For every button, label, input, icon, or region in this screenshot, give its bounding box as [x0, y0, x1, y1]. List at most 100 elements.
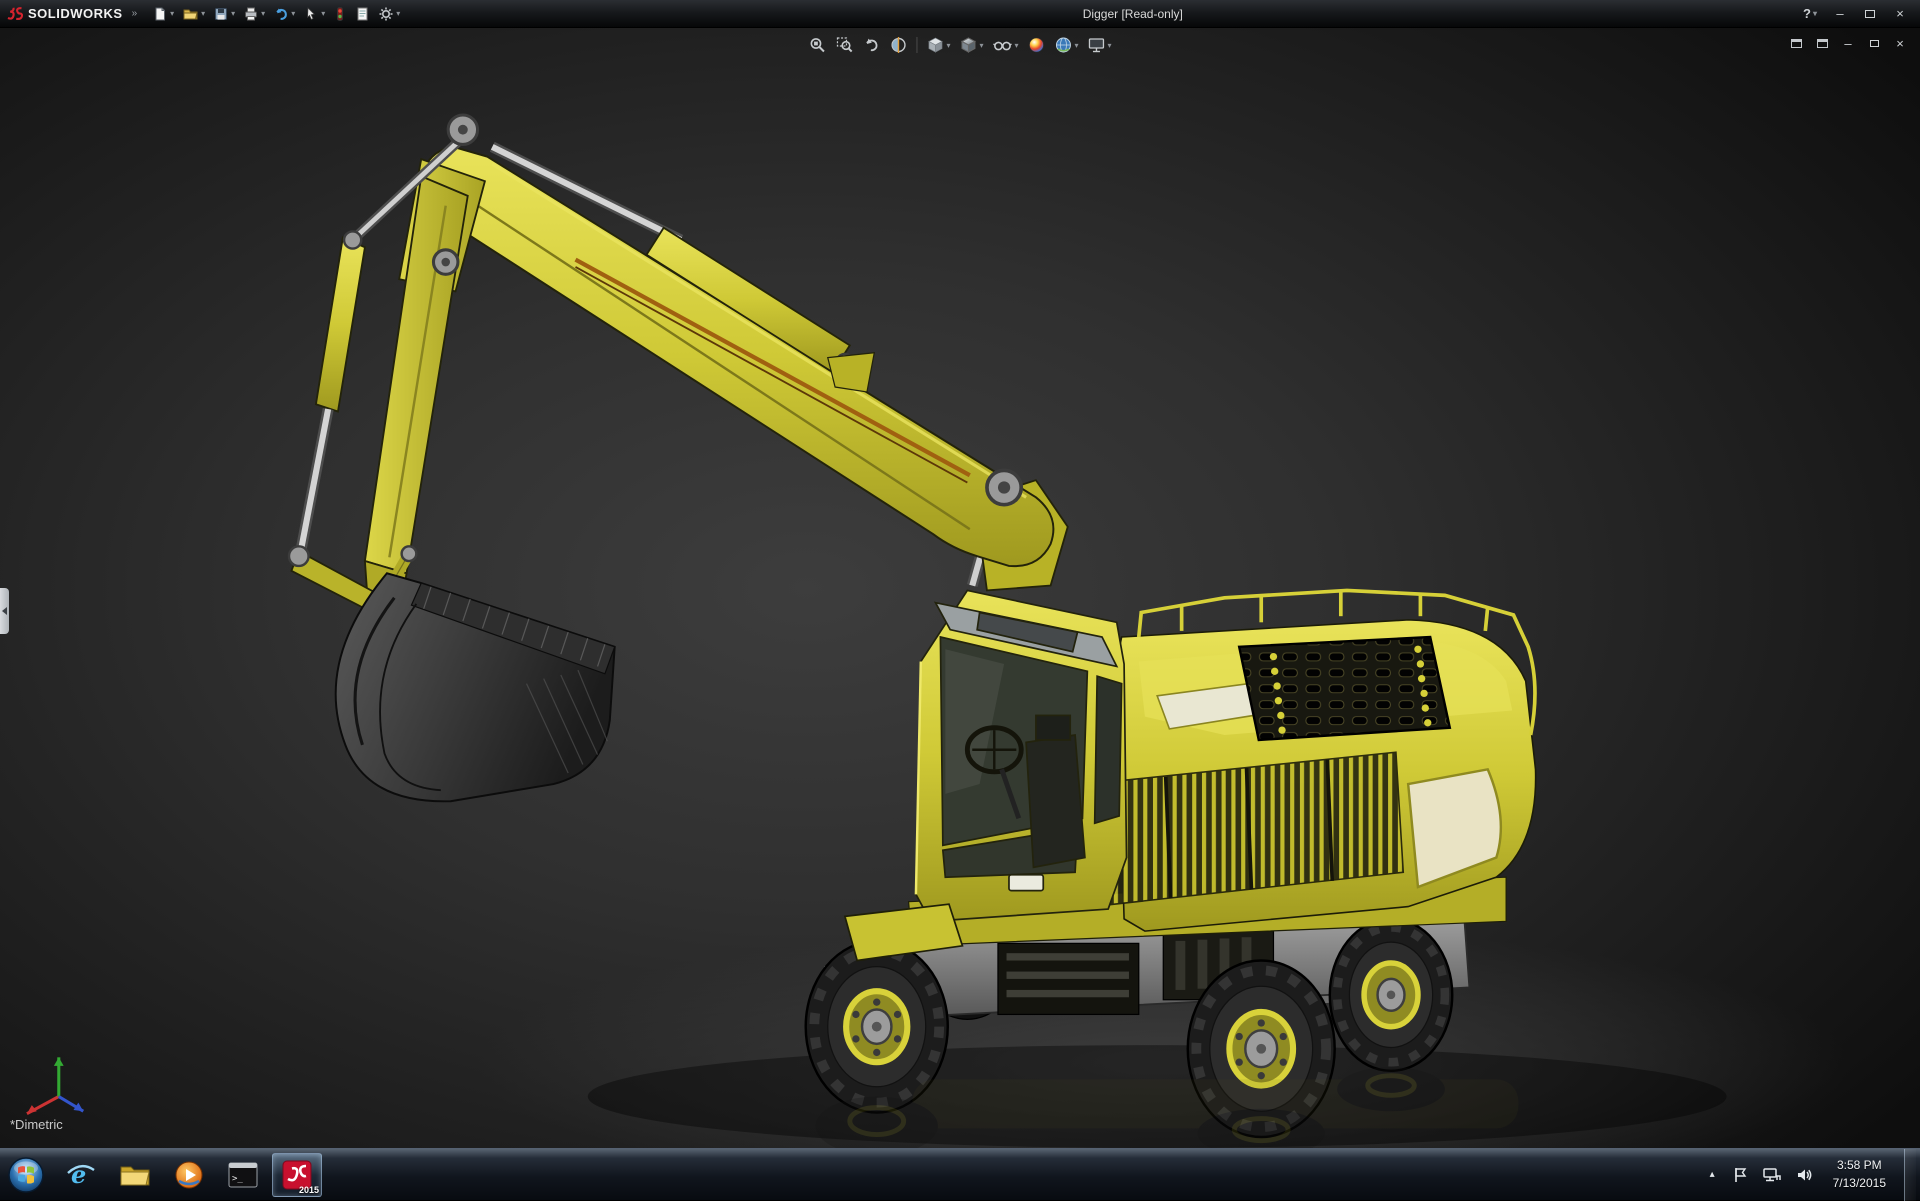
- open-folder-icon: [182, 6, 199, 22]
- printer-icon: [243, 6, 259, 22]
- excavator-3d-model[interactable]: [0, 28, 1920, 1148]
- rebuild-button[interactable]: [330, 3, 350, 25]
- network-icon[interactable]: [1761, 1163, 1783, 1187]
- cascade-window-icon: [1817, 39, 1828, 48]
- bucket: [336, 573, 615, 801]
- tile-window-button[interactable]: [1786, 34, 1806, 52]
- solidworks-logo-icon: [6, 6, 23, 22]
- svg-text:e: e: [71, 1160, 86, 1189]
- app-brand: SOLIDWORKS »: [0, 6, 149, 22]
- quick-access-toolbar: ▾ ▾ ▾ ▾ ▾: [149, 3, 403, 25]
- print-dropdown-arrow[interactable]: ▾: [261, 9, 265, 18]
- tile-window-icon: [1791, 39, 1802, 48]
- help-button[interactable]: ? ▾: [1796, 3, 1824, 25]
- print-button[interactable]: ▾: [240, 3, 268, 25]
- solidworks-version-badge: 2015: [299, 1185, 319, 1195]
- view-settings-button[interactable]: ▾: [1085, 33, 1115, 57]
- undo-button[interactable]: ▾: [270, 3, 298, 25]
- zoom-to-fit-icon: [808, 36, 826, 54]
- collapse-arrow-icon: [2, 607, 7, 615]
- open-dropdown-arrow[interactable]: ▾: [201, 9, 205, 18]
- previous-view-button[interactable]: [859, 33, 883, 57]
- restore-icon: [1865, 10, 1875, 18]
- volume-icon[interactable]: [1793, 1163, 1815, 1187]
- previous-view-icon: [862, 36, 880, 54]
- restore-document-button[interactable]: [1864, 34, 1884, 52]
- restore-button[interactable]: [1856, 3, 1884, 25]
- taskbar-clock[interactable]: 3:58 PM 7/13/2015: [1825, 1157, 1894, 1192]
- hide-show-dropdown-arrow[interactable]: ▾: [1014, 41, 1018, 50]
- taskbar-buttons: e: [56, 1153, 322, 1197]
- new-dropdown-arrow[interactable]: ▾: [170, 9, 174, 18]
- edit-appearance-button[interactable]: [1025, 33, 1049, 57]
- minimize-button[interactable]: –: [1826, 3, 1854, 25]
- hide-show-items-button[interactable]: ▾: [989, 33, 1021, 57]
- file-properties-button[interactable]: [352, 3, 373, 25]
- view-orientation-label: *Dimetric: [10, 1117, 63, 1132]
- graphics-viewport[interactable]: ▾ ▾ ▾ ▾ ▾: [0, 28, 1920, 1148]
- brand-menu-chevron-icon[interactable]: »: [128, 8, 142, 19]
- feature-panel-collapse-tab[interactable]: [0, 588, 9, 634]
- cascade-window-button[interactable]: [1812, 34, 1832, 52]
- undo-arrow-icon: [273, 6, 289, 22]
- select-cursor-icon: [303, 6, 319, 22]
- options-gear-icon: [378, 6, 394, 22]
- save-button[interactable]: ▾: [210, 3, 238, 25]
- start-button[interactable]: [0, 1149, 52, 1201]
- edit-appearance-ball-icon: [1028, 36, 1046, 54]
- svg-text:>_: >_: [232, 1174, 243, 1184]
- internet-explorer-icon: e: [64, 1158, 98, 1192]
- options-button[interactable]: ▾: [375, 3, 403, 25]
- brand-name: SOLIDWORKS: [28, 6, 123, 21]
- taskbar-solidworks-button[interactable]: 2015: [272, 1153, 322, 1197]
- apply-scene-dropdown-arrow[interactable]: ▾: [1075, 41, 1079, 50]
- view-orientation-cube-icon: [926, 36, 944, 54]
- new-button[interactable]: ▾: [149, 3, 177, 25]
- toolbar-separator: [916, 37, 917, 53]
- help-dropdown-arrow: ▾: [1813, 9, 1817, 18]
- clock-date: 7/13/2015: [1833, 1175, 1886, 1192]
- display-style-icon: [959, 36, 977, 54]
- action-center-icon[interactable]: [1729, 1163, 1751, 1187]
- taskbar-windows-explorer-button[interactable]: [110, 1153, 160, 1197]
- display-style-dropdown-arrow[interactable]: ▾: [979, 41, 983, 50]
- windows-taskbar: e: [0, 1148, 1920, 1200]
- view-settings-dropdown-arrow[interactable]: ▾: [1108, 41, 1112, 50]
- clock-time: 3:58 PM: [1837, 1157, 1882, 1174]
- apply-scene-button[interactable]: ▾: [1052, 33, 1082, 57]
- open-button[interactable]: ▾: [179, 3, 208, 25]
- hidden-icons-chevron[interactable]: ▴: [1706, 1169, 1719, 1180]
- view-settings-icon: [1088, 36, 1106, 54]
- taskbar-command-prompt-button[interactable]: >_: [218, 1153, 268, 1197]
- windows-explorer-folder-icon: [118, 1160, 152, 1190]
- document-window-controls: – ×: [1786, 34, 1910, 52]
- media-player-icon: [173, 1159, 205, 1191]
- section-view-button[interactable]: [886, 33, 910, 57]
- taskbar-media-player-button[interactable]: [164, 1153, 214, 1197]
- show-desktop-button[interactable]: [1904, 1149, 1916, 1201]
- zoom-to-area-button[interactable]: [832, 33, 856, 57]
- windows-start-orb-icon: [6, 1155, 46, 1195]
- close-document-button[interactable]: ×: [1890, 34, 1910, 52]
- select-button[interactable]: ▾: [300, 3, 328, 25]
- system-tray: ▴ 3:58 PM 7/13/2015: [1706, 1149, 1920, 1200]
- zoom-to-fit-button[interactable]: [805, 33, 829, 57]
- select-dropdown-arrow[interactable]: ▾: [321, 9, 325, 18]
- new-document-icon: [152, 6, 168, 22]
- undo-dropdown-arrow[interactable]: ▾: [291, 9, 295, 18]
- taskbar-internet-explorer-button[interactable]: e: [56, 1153, 106, 1197]
- display-style-button[interactable]: ▾: [956, 33, 986, 57]
- zoom-to-area-icon: [835, 36, 853, 54]
- titlebar-window-controls: ? ▾ – ×: [1796, 3, 1920, 25]
- save-dropdown-arrow[interactable]: ▾: [231, 9, 235, 18]
- view-orientation-dropdown-arrow[interactable]: ▾: [946, 41, 950, 50]
- options-dropdown-arrow[interactable]: ▾: [396, 9, 400, 18]
- window-title: Digger [Read-only]: [1083, 7, 1183, 21]
- minimize-document-button[interactable]: –: [1838, 34, 1858, 52]
- rebuild-traffic-light-icon: [333, 6, 347, 22]
- view-orientation-button[interactable]: ▾: [923, 33, 953, 57]
- heads-up-view-toolbar: ▾ ▾ ▾ ▾ ▾: [805, 33, 1114, 57]
- help-label: ?: [1803, 6, 1811, 21]
- file-properties-icon: [355, 6, 370, 22]
- close-button[interactable]: ×: [1886, 3, 1914, 25]
